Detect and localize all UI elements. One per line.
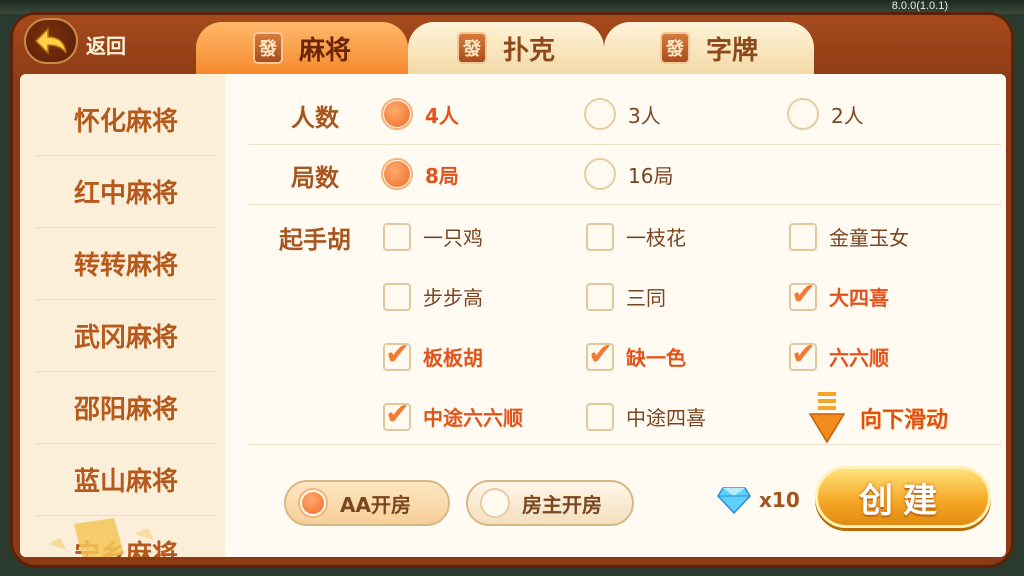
tab-zipai[interactable]: 發 字牌 [604, 22, 814, 74]
main-panel: 怀化麻将 红中麻将 转转麻将 武冈麻将 邵阳麻将 蓝山麻将 宁乡麻将 人数 4人… [20, 74, 1006, 557]
option-label: 4人 [425, 103, 459, 128]
host-room-option[interactable]: 房主开房 [466, 480, 634, 526]
mahjong-tile-icon: 發 [252, 32, 283, 64]
checkbox-icon [586, 402, 614, 431]
aa-room-option[interactable]: AA开房 [284, 480, 450, 526]
sidebar-item-lanshan[interactable]: 蓝山麻将 [36, 444, 216, 516]
check-zhongtu-liuliushun[interactable]: 中途六六顺 [383, 397, 523, 432]
checkbox-icon [789, 222, 817, 251]
checkbox-checked-icon [383, 397, 411, 432]
sidebar-item-wugang[interactable]: 武冈麻将 [36, 300, 216, 372]
rounds-option-8[interactable]: 8局 [381, 158, 459, 190]
checkbox-icon [383, 222, 411, 251]
radio-icon [298, 488, 328, 518]
option-label: 一枝花 [626, 226, 686, 250]
option-label: 中途六六顺 [423, 406, 523, 430]
row-divider [249, 204, 1001, 205]
rounds-option-16[interactable]: 16局 [584, 158, 673, 190]
check-banbanhu[interactable]: 板板胡 [383, 337, 483, 372]
option-label: 三同 [626, 286, 666, 310]
checkbox-icon [383, 282, 411, 311]
scroll-hint-text: 向下滑动 [860, 408, 949, 433]
check-yizhihua[interactable]: 一枝花 [586, 222, 686, 251]
option-label: 缺一色 [626, 346, 686, 370]
checkbox-checked-icon [789, 337, 817, 372]
tab-label: 字牌 [705, 35, 758, 66]
radio-icon [584, 158, 616, 190]
option-label: 3人 [628, 103, 661, 128]
checkbox-icon [586, 222, 614, 251]
option-label: 大四喜 [829, 286, 889, 310]
radio-icon [584, 98, 616, 130]
back-button[interactable] [24, 18, 78, 64]
create-button[interactable]: 创建 [815, 466, 991, 528]
version-label: 8.0.0(1.0.1) [891, 0, 948, 12]
check-queyise[interactable]: 缺一色 [586, 337, 686, 372]
option-label: 步步高 [423, 286, 483, 310]
option-label: 中途四喜 [626, 406, 706, 430]
back-arrow-icon [34, 27, 67, 55]
tab-label: 麻将 [298, 35, 351, 66]
radio-icon [381, 98, 413, 130]
check-liuliushun[interactable]: 六六顺 [789, 337, 889, 372]
game-sidebar: 怀化麻将 红中麻将 转转麻将 武冈麻将 邵阳麻将 蓝山麻将 宁乡麻将 [20, 74, 225, 557]
check-dasixi[interactable]: 大四喜 [789, 277, 889, 312]
players-label: 人数 [291, 104, 339, 132]
mahjong-tile-icon: 發 [456, 32, 487, 64]
players-option-2[interactable]: 2人 [787, 98, 864, 130]
tab-mahjong[interactable]: 發 麻将 [196, 22, 408, 74]
option-label: 六六顺 [829, 346, 889, 370]
checkbox-checked-icon [789, 277, 817, 312]
radio-icon [381, 158, 413, 190]
down-arrow-icon [808, 392, 846, 444]
checkbox-icon [586, 282, 614, 311]
starting-hu-label: 起手胡 [279, 226, 351, 254]
diamond-icon [717, 487, 751, 514]
back-label[interactable]: 返回 [86, 30, 126, 59]
check-santong[interactable]: 三同 [586, 282, 666, 311]
sidebar-item-huaihua[interactable]: 怀化麻将 [36, 84, 216, 156]
rules-content: 人数 4人 3人 2人 局数 8局 16局 起手胡 一只鸡 一枝花 金童玉女 步… [225, 74, 1006, 557]
option-label: 16局 [628, 163, 674, 188]
players-option-4[interactable]: 4人 [381, 98, 459, 130]
players-option-3[interactable]: 3人 [584, 98, 661, 130]
check-jintongyunv[interactable]: 金童玉女 [789, 222, 909, 251]
row-divider [249, 444, 1001, 445]
check-yizhiji[interactable]: 一只鸡 [383, 222, 483, 251]
room-cost: x10 [717, 486, 800, 514]
radio-icon [787, 98, 819, 130]
checkbox-checked-icon [383, 337, 411, 372]
option-label: 板板胡 [423, 346, 483, 370]
cost-value: x10 [759, 488, 800, 512]
option-label: 8局 [425, 163, 459, 188]
checkbox-checked-icon [586, 337, 614, 372]
option-label: 房主开房 [522, 492, 602, 517]
golden-tile-decoration-icon [48, 518, 154, 557]
sidebar-item-zhuanzhuan[interactable]: 转转麻将 [36, 228, 216, 300]
rounds-label: 局数 [291, 164, 339, 192]
option-label: 2人 [831, 103, 864, 128]
check-bubugao[interactable]: 步步高 [383, 282, 483, 311]
option-label: 金童玉女 [829, 226, 909, 250]
tab-poker[interactable]: 發 扑克 [408, 22, 604, 74]
check-zhongtu-sixi[interactable]: 中途四喜 [586, 402, 706, 431]
scroll-down-hint: 向下滑动 [808, 392, 948, 444]
option-label: AA开房 [340, 492, 411, 517]
tab-label: 扑克 [502, 35, 555, 66]
radio-icon [480, 488, 510, 518]
mahjong-tile-icon: 發 [659, 32, 690, 64]
row-divider [249, 144, 1001, 145]
sidebar-item-hongzhong[interactable]: 红中麻将 [36, 156, 216, 228]
sidebar-item-shaoyang[interactable]: 邵阳麻将 [36, 372, 216, 444]
option-label: 一只鸡 [423, 226, 483, 250]
